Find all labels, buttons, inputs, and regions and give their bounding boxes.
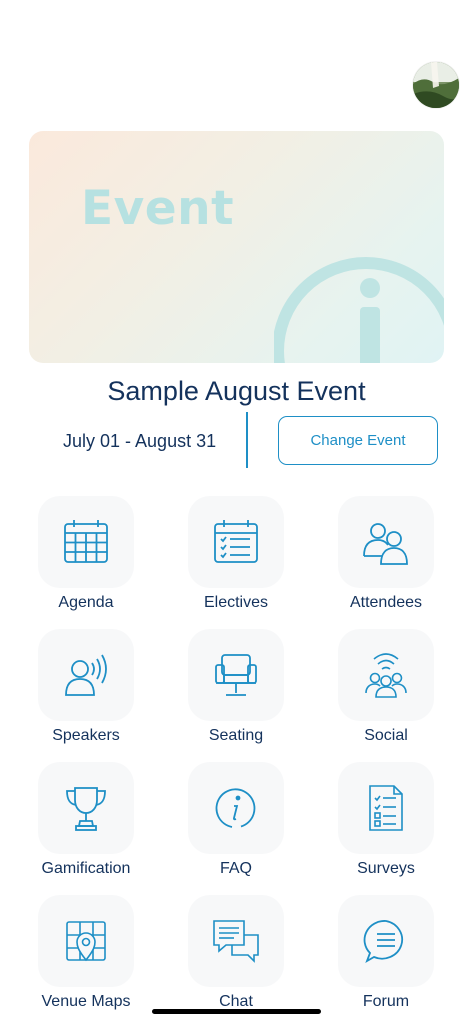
- home-indicator[interactable]: [152, 1009, 321, 1014]
- menu-tile-faq[interactable]: FAQ: [163, 762, 313, 892]
- tile-label: Speakers: [52, 727, 120, 744]
- tile-box: [188, 496, 284, 588]
- menu-tile-electives[interactable]: Electives: [163, 496, 313, 626]
- trophy-icon: [66, 787, 106, 831]
- change-event-button[interactable]: Change Event: [278, 416, 438, 465]
- tile-label: Surveys: [357, 860, 415, 877]
- chat-bubble-icon: [363, 920, 404, 964]
- armchair-icon: [215, 654, 257, 696]
- checklist-document-icon: [369, 785, 403, 831]
- map-pin-icon: [66, 921, 106, 962]
- calendar-checklist-icon: [214, 520, 258, 563]
- tile-box: [338, 895, 434, 987]
- event-dates: July 01 - August 31: [63, 431, 217, 451]
- menu-tile-attendees[interactable]: Attendees: [313, 496, 463, 626]
- speaker-icon: [65, 654, 107, 696]
- tile-label: Social: [364, 727, 408, 744]
- tile-box: [338, 629, 434, 721]
- profile-avatar[interactable]: [413, 62, 459, 108]
- tile-label: Gamification: [41, 860, 131, 877]
- menu-tile-seating[interactable]: Seating: [163, 629, 313, 759]
- tile-box: [338, 762, 434, 854]
- chat-bubbles-icon: [213, 920, 259, 963]
- banner-text: Event: [81, 181, 235, 236]
- tile-box: [38, 895, 134, 987]
- event-title: Sample August Event: [107, 376, 366, 406]
- info-icon: [215, 788, 256, 828]
- tile-box: [38, 762, 134, 854]
- tile-label: Venue Maps: [41, 993, 131, 1010]
- tile-box: [38, 496, 134, 588]
- tile-box: [188, 629, 284, 721]
- menu-tile-agenda[interactable]: Agenda: [13, 496, 163, 626]
- menu-tile-chat[interactable]: Chat: [163, 895, 313, 1024]
- tile-label: FAQ: [219, 860, 252, 877]
- tile-label: Agenda: [58, 594, 114, 611]
- menu-tile-gamification[interactable]: Gamification: [13, 762, 163, 892]
- calendar-grid-icon: [64, 520, 108, 563]
- menu-tile-surveys[interactable]: Surveys: [313, 762, 463, 892]
- tile-label: Electives: [203, 594, 269, 611]
- tile-box: [188, 895, 284, 987]
- event-banner: Event: [29, 131, 444, 363]
- people-icon: [363, 523, 408, 565]
- menu-tile-social[interactable]: Social: [313, 629, 463, 759]
- tile-box: [338, 496, 434, 588]
- menu-tile-venue-maps[interactable]: Venue Maps: [13, 895, 163, 1024]
- menu-tile-speakers[interactable]: Speakers: [13, 629, 163, 759]
- group-broadcast-icon: [365, 653, 407, 698]
- menu-tile-forum[interactable]: Forum: [313, 895, 463, 1024]
- tile-box: [38, 629, 134, 721]
- tile-label: Seating: [208, 727, 264, 744]
- tile-label: Forum: [362, 993, 410, 1010]
- tile-box: [188, 762, 284, 854]
- info-watermark-icon: [274, 257, 444, 363]
- tile-label: Attendees: [349, 594, 423, 611]
- divider: [246, 412, 248, 468]
